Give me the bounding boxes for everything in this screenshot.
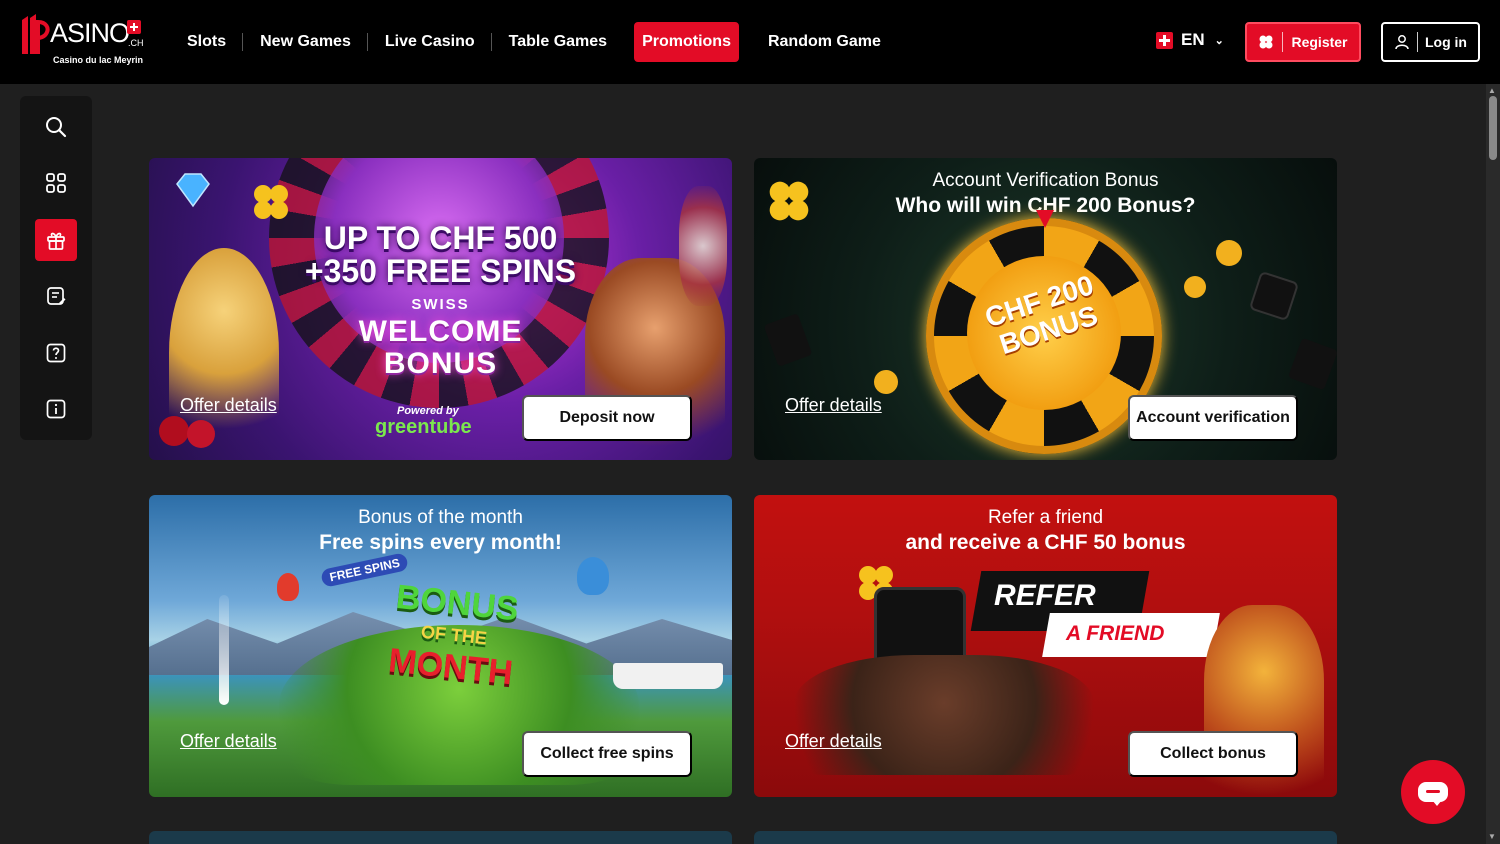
user-icon	[1395, 35, 1409, 50]
chat-bubble-icon	[1418, 782, 1448, 806]
promo-card-refer-a-friend[interactable]: Refer a friend and receive a CHF 50 bonu…	[754, 495, 1337, 797]
register-label: Register	[1291, 34, 1348, 50]
balloon-art-2	[577, 557, 609, 595]
nav-promotions[interactable]: Promotions	[634, 22, 739, 62]
jet-deau-art	[219, 595, 229, 705]
main-nav: Slots New Games Live Casino Table Games …	[170, 22, 898, 62]
promo-subtitle: Free spins every month!	[319, 531, 562, 554]
sidebar-search[interactable]	[35, 106, 77, 148]
scrollbar-thumb[interactable]	[1489, 96, 1497, 160]
coin-art	[1216, 240, 1242, 266]
grid-icon	[46, 173, 66, 193]
promo-card-bonus-of-the-month[interactable]: Bonus of the month Free spins every mont…	[149, 495, 732, 797]
coin-art-3	[874, 370, 898, 394]
nav-live-casino[interactable]: Live Casino	[368, 22, 492, 62]
chevron-down-icon: ⌄	[1214, 34, 1224, 47]
cherry-art-2	[187, 420, 215, 448]
logo-ch: .CH	[128, 38, 144, 48]
promo-title: Refer a friend	[987, 507, 1104, 528]
register-button[interactable]: Register	[1245, 22, 1361, 62]
deposit-now-button[interactable]: Deposit now	[522, 395, 692, 441]
logo-subtitle: Casino du lac Meyrin	[53, 55, 144, 65]
login-divider	[1417, 32, 1418, 52]
help-icon	[46, 343, 66, 363]
card-art-2	[763, 313, 813, 367]
promo-title: Bonus of the month	[358, 507, 523, 528]
notes-icon	[47, 287, 66, 305]
clover-icon	[769, 181, 809, 221]
sidebar-info[interactable]	[35, 388, 77, 430]
swiss-label: SWISS	[411, 296, 470, 313]
clover-icon	[1259, 35, 1273, 49]
ship-art	[613, 663, 723, 689]
sidebar-notes[interactable]	[35, 275, 77, 317]
nav-random-game[interactable]: Random Game	[751, 22, 898, 62]
promo-card-partial-right[interactable]	[754, 831, 1337, 844]
register-divider	[1282, 32, 1284, 52]
promo-title: Account Verification Bonus	[932, 170, 1159, 191]
swiss-cross-icon	[127, 20, 141, 34]
info-icon	[46, 399, 66, 419]
greentube-logo: greentube	[375, 416, 472, 438]
offer-details-link[interactable]: Offer details	[180, 395, 277, 416]
coin-art-2	[1184, 276, 1206, 298]
wheel-pointer-icon	[1036, 210, 1054, 228]
promo-card-welcome-bonus[interactable]: UP TO CHF 500 +350 FREE SPINS SWISS WELC…	[149, 158, 732, 460]
promo-subtitle: and receive a CHF 50 bonus	[905, 531, 1186, 554]
cherry-art	[159, 416, 189, 446]
offer-details-link[interactable]: Offer details	[785, 731, 882, 752]
login-label: Log in	[1425, 34, 1467, 50]
diamond-icon	[176, 173, 210, 208]
collect-free-spins-button[interactable]: Collect free spins	[522, 731, 692, 777]
collect-bonus-button[interactable]: Collect bonus	[1128, 731, 1298, 777]
welcome-word: WELCOME	[358, 315, 523, 348]
logo-mark-icon	[22, 14, 50, 54]
side-toolbar	[20, 96, 92, 440]
swiss-flag-icon	[1156, 31, 1173, 49]
refer-word: REFER	[994, 579, 1096, 612]
balloon-art	[277, 573, 299, 601]
sidebar-categories[interactable]	[35, 162, 77, 204]
nav-new-games[interactable]: New Games	[243, 22, 368, 62]
dice-art	[1248, 270, 1300, 322]
nav-slots[interactable]: Slots	[170, 22, 244, 62]
clover-icon	[254, 185, 288, 219]
welcome-bonus-art: WELCOME BONUS	[149, 316, 732, 380]
offer-details-link[interactable]: Offer details	[785, 395, 882, 416]
gift-icon	[47, 232, 65, 250]
scroll-up-icon[interactable]: ▲	[1488, 86, 1496, 95]
top-header: ASINO .CH Casino du lac Meyrin Slots New…	[0, 0, 1500, 84]
headline-line-2: +350 FREE SPINS	[304, 253, 577, 289]
page-scrollbar[interactable]	[1486, 84, 1500, 844]
people-art	[794, 655, 1094, 775]
account-verification-button[interactable]: Account verification	[1128, 395, 1298, 441]
casino-logo[interactable]: ASINO .CH Casino du lac Meyrin	[20, 12, 144, 68]
card-art	[1287, 337, 1337, 391]
search-icon	[46, 117, 67, 138]
promo-card-account-verification[interactable]: Account Verification Bonus Who will win …	[754, 158, 1337, 460]
scroll-down-icon[interactable]: ▼	[1488, 832, 1496, 841]
bonus-word: BONUS	[383, 347, 498, 380]
logo-text: ASINO	[50, 18, 130, 48]
language-selector[interactable]: EN ⌄	[1156, 30, 1224, 50]
friend-word: A FRIEND	[1066, 622, 1165, 645]
headline-line-1: UP TO CHF 500	[323, 220, 558, 256]
offer-details-link[interactable]: Offer details	[180, 731, 277, 752]
login-button[interactable]: Log in	[1381, 22, 1480, 62]
language-code: EN	[1181, 30, 1205, 49]
promo-card-partial-left[interactable]	[149, 831, 732, 844]
sidebar-help[interactable]	[35, 332, 77, 374]
live-chat-button[interactable]	[1401, 760, 1465, 824]
sidebar-promotions[interactable]	[35, 219, 77, 261]
welcome-headline-art: UP TO CHF 500 +350 FREE SPINS	[149, 222, 732, 288]
nav-table-games[interactable]: Table Games	[492, 22, 624, 62]
